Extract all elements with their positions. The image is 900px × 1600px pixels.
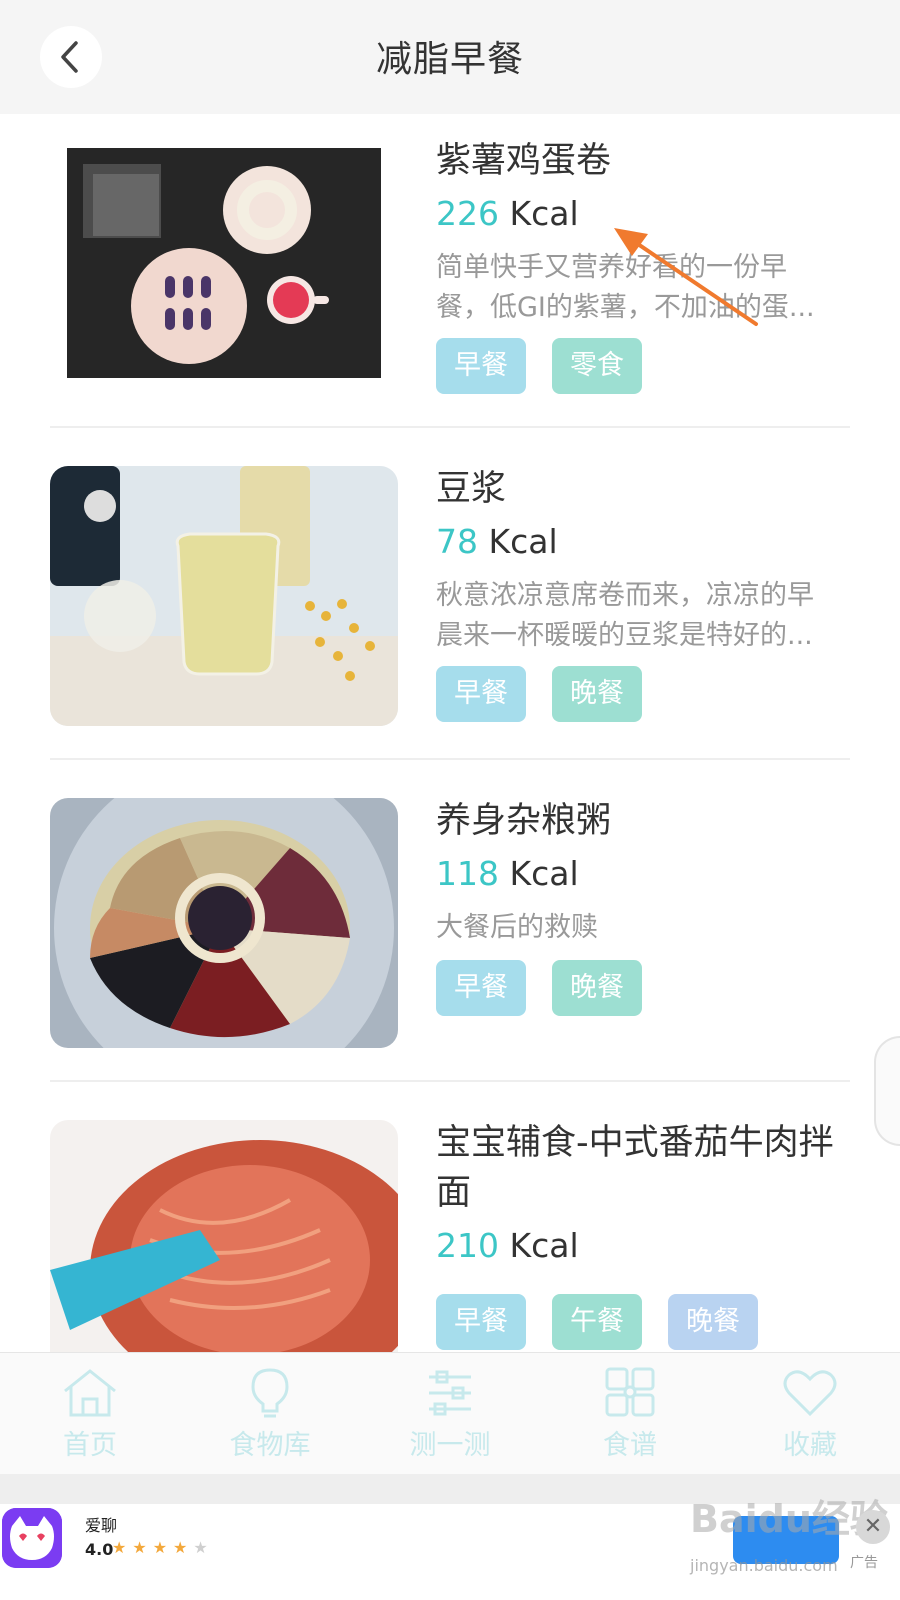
food-calories: 210 Kcal <box>436 1226 579 1265</box>
description-line: 餐，低GI的紫薯，不加油的蛋... <box>436 292 815 323</box>
description-line: 秋意浓凉意席卷而来，凉凉的早 <box>436 580 814 611</box>
nav-item-home[interactable]: 首页 <box>0 1353 180 1474</box>
home-icon <box>64 1369 116 1417</box>
rating-stars-icon: ★★★★★ <box>112 1538 214 1557</box>
tag-lunch[interactable]: 午餐 <box>552 1294 642 1350</box>
tag-dinner[interactable]: 晚餐 <box>552 960 642 1016</box>
calorie-unit: Kcal <box>499 854 579 893</box>
food-image-grain-porridge <box>50 798 398 1048</box>
food-description: 大餐后的救赎 <box>436 908 856 948</box>
nav-label: 食谱 <box>603 1430 657 1461</box>
nav-label: 收藏 <box>783 1430 837 1461</box>
divider <box>50 1080 850 1082</box>
tag-dinner[interactable]: 晚餐 <box>552 666 642 722</box>
nav-label: 测一测 <box>409 1430 491 1461</box>
ad-banner[interactable]: 爱聊 4.0 ★★★★★ Baidu经验 jingyan.baidu.com 广… <box>0 1474 900 1600</box>
tag-breakfast[interactable]: 早餐 <box>436 338 526 394</box>
food-name: 养身杂粮粥 <box>436 801 612 841</box>
bottom-nav: 首页 食物库 测一测 食谱 收藏 <box>0 1352 900 1474</box>
calorie-unit: Kcal <box>499 1226 579 1265</box>
description-line: 简单快手又营养好看的一份早 <box>436 252 787 283</box>
food-list[interactable]: 紫薯鸡蛋卷 226 Kcal 简单快手又营养好看的一份早 餐，低GI的紫薯，不加… <box>0 114 900 1352</box>
food-name: 豆浆 <box>436 469 507 509</box>
tag-list: 早餐 午餐 晚餐 <box>436 1294 758 1350</box>
calorie-unit: Kcal <box>478 522 558 561</box>
calorie-value: 226 <box>436 194 499 233</box>
nav-label: 食物库 <box>229 1430 311 1461</box>
nav-label: 首页 <box>63 1430 117 1461</box>
tag-list: 早餐 零食 <box>436 338 642 394</box>
sliders-icon <box>429 1370 471 1416</box>
tag-breakfast[interactable]: 早餐 <box>436 666 526 722</box>
calorie-value: 78 <box>436 522 478 561</box>
watermark-url: jingyan.baidu.com <box>690 1556 838 1575</box>
grid-icon <box>605 1367 655 1417</box>
nav-item-food-library[interactable]: 食物库 <box>180 1353 360 1474</box>
divider <box>50 758 850 760</box>
food-name: 宝宝辅食-中式番茄牛肉拌面 <box>436 1123 834 1213</box>
lightbulb-icon <box>251 1368 289 1418</box>
heart-icon <box>783 1370 837 1417</box>
tag-dinner[interactable]: 晚餐 <box>668 1294 758 1350</box>
app-logo-icon[interactable] <box>2 1508 62 1568</box>
food-image-soy-milk <box>50 466 398 726</box>
food-calories: 226 Kcal <box>436 194 579 233</box>
ad-label: 广告 <box>850 1555 878 1571</box>
food-description: 简单快手又营养好看的一份早 餐，低GI的紫薯，不加油的蛋... <box>436 248 856 328</box>
description-line: 大餐后的救赎 <box>436 912 598 943</box>
tag-breakfast[interactable]: 早餐 <box>436 1294 526 1350</box>
food-name: 紫薯鸡蛋卷 <box>436 141 612 181</box>
ad-rating: 4.0 <box>85 1540 114 1559</box>
calorie-unit: Kcal <box>499 194 579 233</box>
nav-item-recipes[interactable]: 食谱 <box>540 1353 720 1474</box>
close-icon[interactable]: ✕ <box>856 1510 890 1544</box>
divider <box>50 426 850 428</box>
calorie-value: 210 <box>436 1226 499 1265</box>
tag-list: 早餐 晚餐 <box>436 960 642 1016</box>
side-drawer-handle[interactable] <box>874 1036 900 1146</box>
nav-item-test[interactable]: 测一测 <box>360 1353 540 1474</box>
ad-app-name: 爱聊 <box>85 1516 118 1535</box>
tag-breakfast[interactable]: 早餐 <box>436 960 526 1016</box>
tag-list: 早餐 晚餐 <box>436 666 642 722</box>
top-bar: 减脂早餐 <box>0 0 900 114</box>
page-title: 减脂早餐 <box>375 39 524 80</box>
food-image-sweet-potato-egg-roll <box>67 148 381 378</box>
food-image-tomato-beef-noodles <box>50 1120 398 1352</box>
description-line: 晨来一杯暖暖的豆浆是特好的... <box>436 620 813 651</box>
food-calories: 78 Kcal <box>436 522 558 561</box>
food-description: 秋意浓凉意席卷而来，凉凉的早 晨来一杯暖暖的豆浆是特好的... <box>436 576 856 656</box>
tag-snack[interactable]: 零食 <box>552 338 642 394</box>
calorie-value: 118 <box>436 854 499 893</box>
food-calories: 118 Kcal <box>436 854 579 893</box>
nav-item-favorites[interactable]: 收藏 <box>720 1353 900 1474</box>
